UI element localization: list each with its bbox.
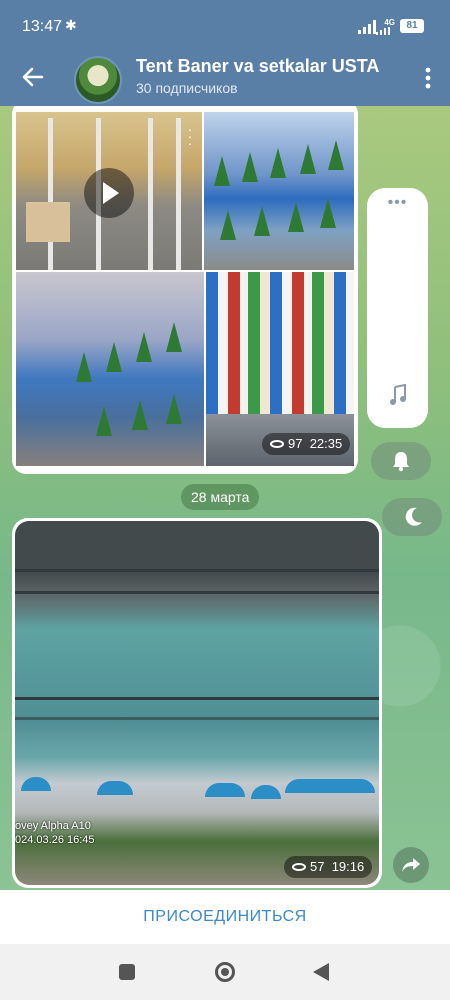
bell-button[interactable] — [371, 442, 431, 480]
join-bar: ПРИСОЕДИНИТЬСЯ — [0, 890, 450, 944]
message-time-2: 19:16 — [331, 859, 365, 874]
view-count-2: 57 — [310, 859, 325, 874]
channel-avatar[interactable] — [74, 56, 122, 104]
eye-icon — [270, 439, 284, 448]
message-time: 22:35 — [309, 436, 343, 451]
photo-watermark: ovey Alpha A10 024.03.26 16:45 — [15, 819, 95, 847]
channel-header: Tent Baner va setkalar USTA 30 подписчик… — [0, 56, 450, 106]
watermark-camera: ovey Alpha A10 — [15, 820, 91, 832]
network-type: 4G — [384, 18, 395, 27]
photo-message[interactable]: ovey Alpha A10 024.03.26 16:45 57 19:16 — [12, 518, 382, 888]
status-bar: 13:47 ✱ 4G 81 — [0, 0, 450, 56]
bell-icon — [393, 452, 409, 472]
home-icon[interactable] — [215, 962, 235, 982]
clock: 13:47 — [22, 18, 63, 35]
battery-icon: 81 — [400, 19, 424, 33]
back-triangle-icon[interactable] — [313, 963, 329, 981]
share-button[interactable] — [393, 847, 429, 883]
date-chip: 28 марта — [181, 484, 260, 510]
play-icon[interactable] — [84, 168, 134, 218]
photo-shade-canopy[interactable]: ovey Alpha A10 024.03.26 16:45 — [15, 521, 379, 885]
eye-icon — [292, 862, 306, 871]
recent-apps-icon[interactable] — [119, 964, 135, 980]
moon-icon — [405, 507, 422, 526]
view-count: 97 — [288, 436, 303, 451]
signal-icon-2 — [376, 27, 390, 35]
message-meta: 97 22:35 — [262, 433, 351, 455]
music-note-icon[interactable] — [389, 384, 407, 406]
subscriber-count: 30 подписчиков — [136, 80, 238, 96]
system-nav-bar — [0, 944, 450, 1000]
share-icon — [402, 858, 420, 872]
join-button[interactable]: ПРИСОЕДИНИТЬСЯ — [0, 890, 450, 944]
photo-banner-fence[interactable] — [204, 112, 354, 270]
chat-area[interactable]: · · · 97 22:35 28 марта ovey Alpha A10 0… — [0, 106, 450, 890]
message-meta-2: 57 19:16 — [284, 856, 373, 878]
more-vertical-icon[interactable] — [424, 64, 432, 92]
more-dots-icon[interactable]: · · · — [186, 122, 194, 150]
photo-banner-perspective[interactable] — [16, 272, 204, 466]
watermark-date: 024.03.26 16:45 — [15, 834, 95, 846]
back-arrow-icon[interactable] — [18, 62, 48, 92]
channel-title[interactable]: Tent Baner va setkalar USTA — [136, 56, 398, 77]
night-mode-button[interactable] — [382, 498, 442, 536]
video-thumbnail[interactable]: · · · — [16, 112, 202, 270]
gear-icon: ✱ — [65, 17, 77, 33]
more-dots-icon[interactable]: ••• — [367, 194, 428, 212]
album-message[interactable]: · · · 97 22:35 — [12, 106, 358, 474]
media-side-panel[interactable]: ••• — [367, 188, 428, 428]
